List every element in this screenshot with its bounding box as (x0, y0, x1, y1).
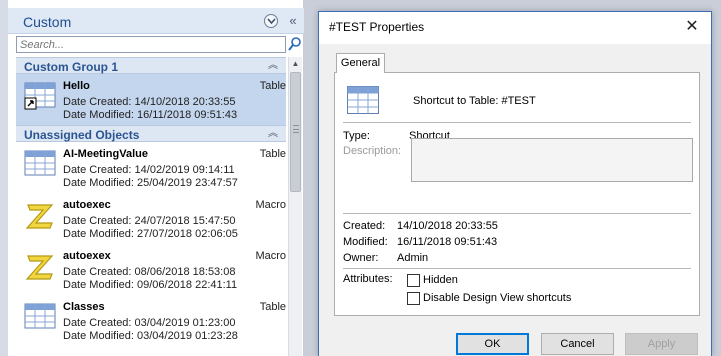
created-label: Created: (343, 220, 386, 232)
item-name: Hello (63, 80, 90, 92)
owner-label: Owner: (343, 252, 379, 264)
collapse-chevron-icon[interactable]: ︽ (268, 128, 278, 140)
collapse-chevron-icon[interactable]: ︽ (268, 60, 278, 72)
nav-pane-header: Custom « (8, 8, 304, 34)
item-type: Table (259, 148, 286, 160)
type-label: Type: (343, 130, 370, 142)
properties-dialog: #TEST Properties ✕ General Shortcut to T… (318, 11, 712, 356)
separator (343, 213, 691, 214)
item-created: Date Created: 14/10/2018 20:33:55 (63, 96, 236, 108)
shortcut-description: Shortcut to Table: #TEST (413, 95, 536, 107)
description-field[interactable] (411, 138, 693, 182)
list-item-autoexex[interactable]: autoexex Macro Date Created: 08/06/2018 … (16, 244, 286, 295)
tab-general[interactable]: General (336, 53, 385, 73)
item-type: Table (259, 301, 286, 313)
item-name: Classes (63, 301, 105, 313)
nav-pane-title[interactable]: Custom (23, 14, 71, 30)
table-shortcut-icon (24, 82, 56, 110)
disable-design-view-checkbox[interactable] (407, 292, 420, 305)
owner-value: Admin (397, 252, 429, 264)
item-created: Date Created: 14/02/2019 09:14:11 (63, 164, 235, 176)
group-header-unassigned-objects[interactable]: Unassigned Objects ︽ (16, 125, 286, 142)
close-icon[interactable]: ✕ (683, 18, 701, 36)
navigation-pane: Custom « Custom Group 1 ︽ Hello Table Da… (8, 0, 304, 356)
apply-button[interactable]: Apply (625, 333, 698, 355)
scroll-grip-icon (293, 125, 299, 133)
chevron-down-icon[interactable] (264, 14, 278, 28)
cancel-button[interactable]: Cancel (541, 333, 614, 355)
group-header-custom-group-1[interactable]: Custom Group 1 ︽ (16, 57, 286, 74)
separator (343, 122, 691, 123)
item-created: Date Created: 24/07/2018 15:47:50 (63, 215, 236, 227)
dialog-title: #TEST Properties (329, 20, 425, 34)
list-item-classes[interactable]: Classes Table Date Created: 03/04/2019 0… (16, 295, 286, 346)
item-type: Macro (255, 199, 286, 211)
vertical-scrollbar[interactable]: ▲ (288, 57, 302, 356)
scroll-up-arrow-icon[interactable]: ▲ (289, 57, 302, 71)
created-value: 14/10/2018 20:33:55 (397, 220, 498, 232)
table-icon (24, 303, 56, 329)
item-created: Date Created: 08/06/2018 18:53:08 (63, 266, 236, 278)
item-name: autoexec (63, 199, 111, 211)
description-label: Description: (343, 145, 402, 157)
ok-button[interactable]: OK (456, 333, 529, 355)
list-item-autoexec[interactable]: autoexec Macro Date Created: 24/07/2018 … (16, 193, 286, 244)
item-modified: Date Modified: 16/11/2018 09:51:43 (63, 109, 238, 121)
item-modified: Date Modified: 03/04/2019 01:23:28 (63, 330, 238, 342)
list-item-hello[interactable]: Hello Table Date Created: 14/10/2018 20:… (16, 74, 286, 125)
macro-icon (25, 255, 54, 280)
group-title: Custom Group 1 (24, 60, 119, 74)
table-icon (347, 86, 379, 114)
item-type: Macro (255, 250, 286, 262)
group-title: Unassigned Objects (24, 128, 140, 142)
search-input[interactable] (16, 36, 286, 53)
collapse-pane-icon[interactable]: « (285, 13, 301, 29)
scroll-thumb[interactable] (290, 72, 301, 192)
item-name: AI-MeetingValue (63, 148, 148, 160)
search-icon[interactable] (288, 36, 302, 52)
item-type: Table (259, 80, 286, 92)
disable-design-view-label[interactable]: Disable Design View shortcuts (423, 292, 571, 304)
item-modified: Date Modified: 09/06/2018 22:41:11 (63, 279, 238, 291)
macro-icon (25, 204, 54, 229)
item-name: autoexex (63, 250, 111, 262)
object-list: Custom Group 1 ︽ Hello Table Date Create… (16, 57, 286, 356)
hidden-checkbox-label[interactable]: Hidden (423, 274, 458, 286)
table-icon (24, 150, 56, 176)
hidden-checkbox[interactable] (407, 274, 420, 287)
list-item-ai-meetingvalue[interactable]: AI-MeetingValue Table Date Created: 14/0… (16, 142, 286, 193)
modified-label: Modified: (343, 236, 388, 248)
separator (343, 268, 691, 269)
item-modified: Date Modified: 25/04/2019 23:47:57 (63, 177, 238, 189)
item-created: Date Created: 03/04/2019 01:23:00 (63, 317, 236, 329)
item-modified: Date Modified: 27/07/2018 02:06:05 (63, 228, 238, 240)
dialog-body: General Shortcut to Table: #TEST Type: S… (319, 44, 711, 356)
tab-panel-general: Shortcut to Table: #TEST Type: Shortcut … (334, 72, 700, 316)
modified-value: 16/11/2018 09:51:43 (397, 236, 498, 248)
attributes-label: Attributes: (343, 273, 393, 285)
